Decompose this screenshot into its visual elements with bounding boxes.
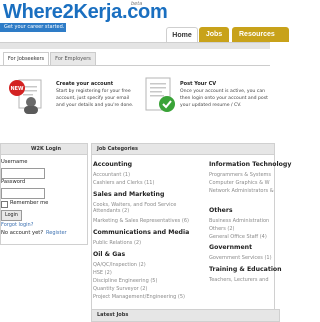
category-link[interactable]: Computer Graphics & W [209, 180, 270, 186]
job-categories-panel: Job Categories Accounting Accountant (1)… [91, 143, 291, 310]
login-panel: W2K Login Username Password Remember me … [0, 143, 88, 245]
category-link[interactable]: Cashiers and Clerks (11) [93, 180, 154, 186]
category-link[interactable]: QA/QC/Inspection (2) [93, 262, 146, 268]
post-cv-icon [140, 74, 178, 116]
category-heading-sales[interactable]: Sales and Marketing [93, 191, 164, 198]
tab-for-employers[interactable]: For Employers [50, 52, 96, 66]
category-link[interactable]: Public Relations (2) [93, 240, 141, 246]
create-account-title: Create your account [56, 81, 114, 87]
category-link[interactable]: HSE (2) [93, 270, 112, 276]
no-account-text: No account yet? [1, 230, 44, 236]
site-logo[interactable]: Where2Kerja.com [3, 1, 168, 24]
category-link[interactable]: Discipline Engineering (5) [93, 278, 157, 284]
job-categories-title: Job Categories [92, 144, 274, 155]
beta-badge: beta [131, 1, 143, 7]
post-cv-title: Post Your CV [180, 81, 217, 87]
category-link[interactable]: Government Services (1) [209, 255, 272, 261]
forgot-login-link[interactable]: Forgot login? [1, 222, 33, 228]
register-link[interactable]: Register [46, 230, 67, 236]
category-heading-government[interactable]: Government [209, 244, 252, 251]
category-link[interactable]: Programmers & Systems [209, 172, 271, 178]
category-link[interactable]: Business Administration [209, 218, 269, 224]
password-label: Password [1, 179, 26, 185]
category-link[interactable]: Project Management/Engineering (5) [93, 294, 185, 300]
category-link[interactable]: Network Administrators & [209, 188, 274, 194]
username-label: Username [1, 159, 28, 165]
nav-bar [0, 42, 270, 49]
password-field[interactable] [1, 188, 45, 199]
login-panel-title: W2K Login [1, 144, 87, 155]
remember-me-label: Remember me [10, 200, 49, 206]
category-heading-training[interactable]: Training & Education [209, 266, 282, 273]
category-link[interactable]: Marketing & Sales Representatives (6) [93, 218, 189, 224]
username-field[interactable] [1, 168, 45, 179]
category-link[interactable]: Cooks, Waiters, and Food Service Attenda… [93, 202, 205, 214]
post-cv-text: Once your account is active, you can the… [180, 89, 268, 108]
svg-text:NEW: NEW [10, 86, 24, 92]
category-link[interactable]: General Office Staff (4) [209, 234, 267, 240]
site-header: Where2Kerja.com beta Get your career sta… [0, 0, 289, 44]
category-link[interactable]: Quantity Surveyor (2) [93, 286, 147, 292]
category-heading-it[interactable]: Information Technology [209, 161, 291, 168]
category-link[interactable]: Accountant (1) [93, 172, 130, 178]
tab-resources[interactable]: Resources [232, 27, 289, 42]
category-link[interactable]: Teachers, Lecturers and [209, 277, 269, 283]
tab-for-jobseekers[interactable]: For Jobseekers [3, 52, 49, 65]
category-link[interactable]: Others (2) [209, 226, 234, 232]
remember-me-checkbox[interactable] [1, 201, 8, 208]
category-heading-communications[interactable]: Communications and Media [93, 229, 189, 236]
tab-jobs[interactable]: Jobs [199, 27, 229, 42]
latest-jobs-header: Latest Jobs [91, 309, 280, 322]
login-button[interactable]: Login [1, 210, 22, 221]
create-account-text: Start by registering for your free accou… [56, 89, 134, 108]
site-tagline: Get your career started. [0, 23, 66, 32]
category-heading-others[interactable]: Others [209, 207, 233, 214]
tab-home[interactable]: Home [166, 27, 198, 43]
category-heading-accounting[interactable]: Accounting [93, 161, 132, 168]
jobseeker-info-panel: NEW Create your account Start by registe… [0, 65, 270, 139]
new-account-icon: NEW [7, 74, 47, 116]
category-heading-oil-gas[interactable]: Oil & Gas [93, 251, 125, 258]
